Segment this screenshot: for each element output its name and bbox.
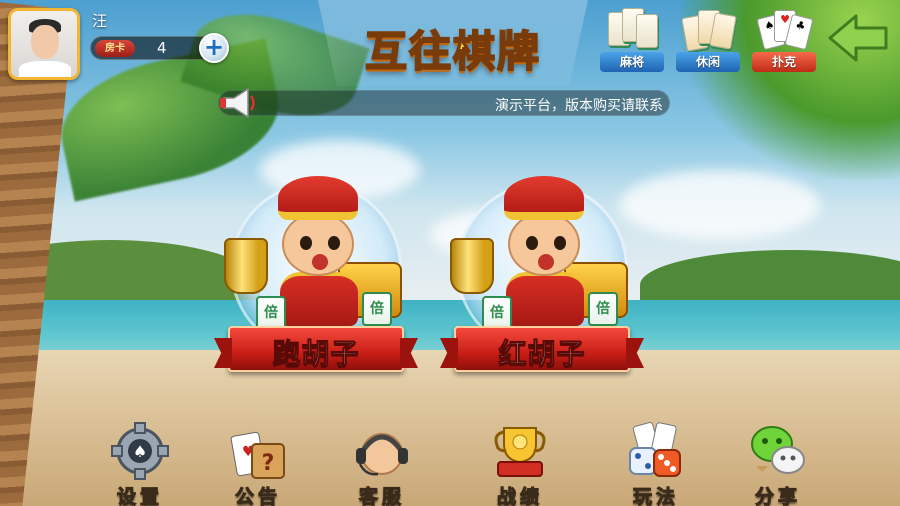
trophy-icon <box>490 422 550 480</box>
room-card-count: 4 <box>157 39 167 57</box>
share-button[interactable]: 分享 <box>736 418 820 506</box>
trophy-icon <box>450 238 494 294</box>
back-button[interactable] <box>828 12 890 64</box>
game-honghuzi-button[interactable]: 倍 倍 红胡子 <box>446 176 638 380</box>
multiplier-badge: 倍 <box>362 292 392 326</box>
mahjong-tiles-icon <box>606 6 658 54</box>
notice-text: 演示平台，版本购买请联系 <box>495 98 663 114</box>
menu-label: 分享 <box>754 486 801 506</box>
mascot-hat <box>504 176 584 220</box>
game-ribbon: 跑胡子 <box>228 326 404 372</box>
game-paohuzi-button[interactable]: 倍 倍 跑胡子 <box>220 176 412 380</box>
headset-icon <box>352 422 412 480</box>
notice-bar: 演示平台，版本购买请联系 <box>218 90 670 116</box>
mascot-face <box>508 212 580 276</box>
app-title: 互往棋牌 <box>364 26 541 77</box>
cloud <box>620 170 820 240</box>
game-ribbon: 红胡子 <box>454 326 630 372</box>
category-mahjong-button[interactable]: 麻将 <box>600 4 664 74</box>
settings-button[interactable]: ♠ 设置 <box>98 418 182 506</box>
customer-service-button[interactable]: 客服 <box>340 418 424 506</box>
game-name: 跑胡子 <box>272 337 360 371</box>
announcement-button[interactable]: ♥ ? 公告 <box>216 418 300 506</box>
svg-text:♠: ♠ <box>133 442 147 461</box>
multiplier-badge: 倍 <box>482 296 512 330</box>
trophy-icon <box>224 238 268 294</box>
add-room-card-button[interactable]: + <box>199 33 229 63</box>
rules-button[interactable]: 玩法 <box>614 418 698 506</box>
menu-label: 设置 <box>116 486 163 506</box>
dice-icon <box>626 422 686 480</box>
category-label: 扑克 <box>752 52 816 72</box>
multiplier-badge: 倍 <box>256 296 286 330</box>
user-avatar[interactable] <box>8 8 80 80</box>
back-arrow-icon <box>828 14 888 62</box>
category-label: 休闲 <box>676 52 740 72</box>
category-poker-button[interactable]: ♠ ♥ ♣ 扑克 <box>752 4 816 74</box>
notice-cards-icon: ♥ ? <box>228 422 288 480</box>
category-label: 麻将 <box>600 52 664 72</box>
records-button[interactable]: 战绩 <box>478 418 562 506</box>
megaphone-icon <box>218 86 258 120</box>
menu-label: 客服 <box>358 486 405 506</box>
svg-text:?: ? <box>262 451 275 476</box>
menu-label: 公告 <box>234 486 281 506</box>
room-card-tag: 房卡 <box>95 40 135 57</box>
menu-label: 玩法 <box>632 486 679 506</box>
gear-icon: ♠ <box>110 422 170 480</box>
mascot-hat <box>278 176 358 220</box>
plus-icon: + <box>203 33 225 61</box>
leisure-tiles-icon <box>681 6 737 54</box>
mascot-face <box>282 212 354 276</box>
multiplier-badge: 倍 <box>588 292 618 326</box>
game-name: 红胡子 <box>498 337 586 371</box>
wechat-icon <box>748 422 808 480</box>
username: 汪 <box>92 12 108 30</box>
category-leisure-button[interactable]: 休闲 <box>676 4 740 74</box>
menu-label: 战绩 <box>496 486 543 506</box>
poker-cards-icon: ♠ ♥ ♣ <box>756 6 814 54</box>
